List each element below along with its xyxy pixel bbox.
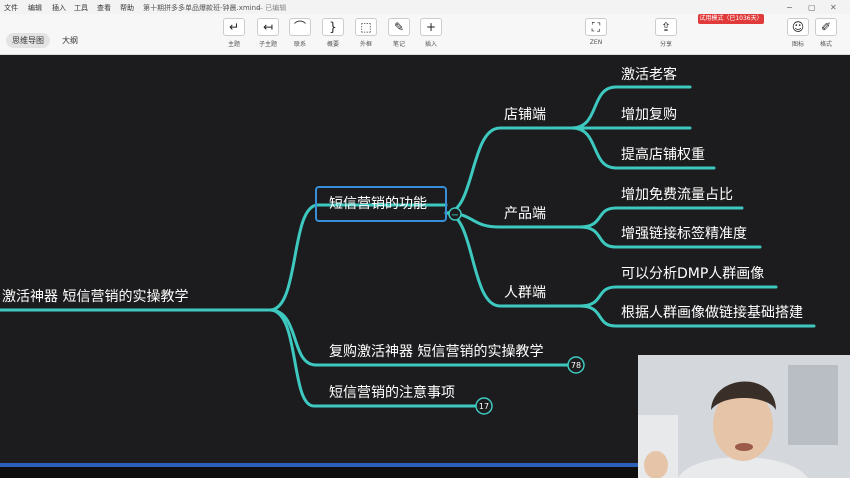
smiley-icon: ☺ [787,18,809,36]
menu-edit[interactable]: 编辑 [28,3,42,13]
connector-sub1 [444,126,574,215]
count-badge-78[interactable]: 78 [567,356,585,374]
note-button[interactable]: ✎ 笔记 [381,18,417,52]
share-icon: ⇪ [655,18,677,36]
collapse-toggle[interactable]: − [448,207,462,221]
leaf-increase-repurchase[interactable]: 增加复购 [621,106,677,123]
relationship-button[interactable]: ⌒ 联系 [282,18,318,52]
summary-icon: } [322,18,344,36]
close-icon[interactable]: ✕ [830,3,837,12]
menu-help[interactable]: 帮助 [120,3,134,13]
relationship-icon: ⌒ [289,18,311,36]
brush-icon: ✐ [815,18,837,36]
menu-tools[interactable]: 工具 [74,3,88,13]
tab-outline[interactable]: 大纲 [56,33,84,48]
trial-badge[interactable]: 试用模式（已1036天） [698,14,764,24]
presenter-video [638,355,850,478]
menu-file[interactable]: 文件 [4,3,18,13]
branch-sms-functions[interactable]: 短信营销的功能 [329,196,427,212]
insert-icon: + [420,18,442,36]
count-badge-17[interactable]: 17 [475,397,493,415]
status-strip [0,463,640,467]
summary-button[interactable]: } 概要 [315,18,351,52]
leaf-raise-store-weight[interactable]: 提高店铺权重 [621,146,705,163]
svg-text:78: 78 [571,361,581,370]
svg-text:17: 17 [479,402,489,411]
root-topic[interactable]: 激活神器 短信营销的实操教学 [2,288,188,305]
leaf-free-traffic[interactable]: 增加免费流量占比 [621,187,733,203]
document-title: 第十期拼多多单品爆款班-钟晨.xmind [143,4,261,12]
subtopic-icon: ↤ [257,18,279,36]
save-status: — 已编辑 [256,4,287,12]
subtopic-product[interactable]: 产品端 [504,206,546,222]
menu-view[interactable]: 查看 [97,3,111,13]
boundary-button[interactable]: ⬚ 外框 [348,18,384,52]
subtopic-button[interactable]: ↤ 子主题 [250,18,286,52]
subtopic-store[interactable]: 店铺端 [504,107,546,123]
svg-text:−: − [451,210,459,221]
branch-precautions[interactable]: 短信营销的注意事项 [329,384,455,401]
connector-leaf-3-1 [578,285,778,308]
leaf-dmp-analysis[interactable]: 可以分析DMP人群画像 [621,266,764,282]
topic-button[interactable]: ↵ 主题 [216,18,252,52]
connector-leaf-2-1 [578,206,744,229]
boundary-icon: ⬚ [355,18,377,36]
subtopic-crowd[interactable]: 人群端 [504,285,546,301]
format-panel-button[interactable]: ✐ 格式 [808,18,844,52]
menu-bar: 文件 编辑 插入 工具 查看 帮助 第十期拼多多单品爆款班-钟晨.xmind —… [0,0,850,14]
share-button[interactable]: ⇪ 分享 [648,18,684,52]
minimize-icon[interactable]: − [786,3,793,12]
maximize-icon[interactable]: ▢ [808,3,816,12]
note-icon: ✎ [388,18,410,36]
tab-mindmap[interactable]: 思维导图 [6,33,50,48]
leaf-tag-accuracy[interactable]: 增强链接标签精准度 [621,225,747,242]
leaf-activate-customers[interactable]: 激活老客 [621,66,677,83]
fullscreen-icon: ⛶ [585,18,607,36]
insert-button[interactable]: + 插入 [413,18,449,52]
topic-icon: ↵ [223,18,245,36]
zen-button[interactable]: ⛶ ZEN [578,18,614,52]
webcam-overlay [638,355,850,478]
leaf-link-building[interactable]: 根据人群画像做链接基础搭建 [621,304,803,321]
branch-repurchase[interactable]: 复购激活神器 短信营销的实操教学 [329,343,543,360]
menu-insert[interactable]: 插入 [52,3,66,13]
